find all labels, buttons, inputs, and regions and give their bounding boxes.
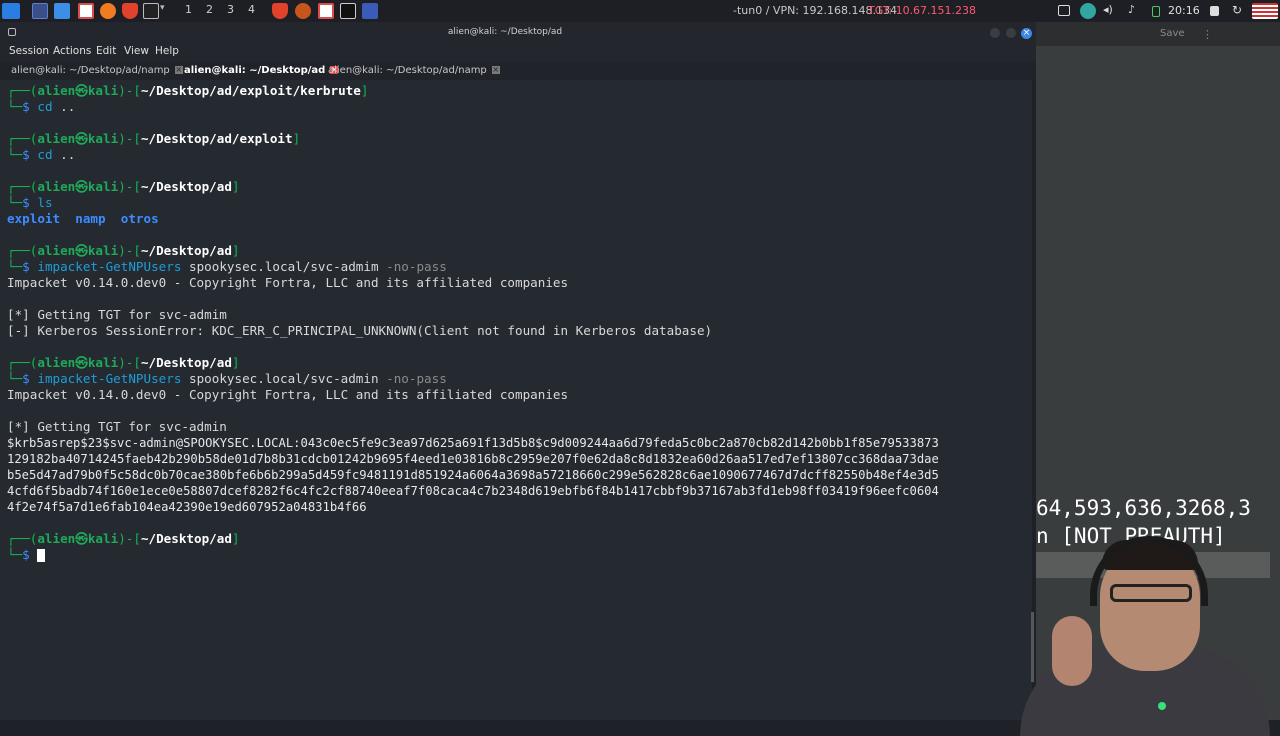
menu-edit[interactable]: Edit bbox=[96, 45, 116, 57]
tab-label: alien@kali: ~/Desktop/ad bbox=[184, 65, 326, 76]
workspace-4[interactable]: 4 bbox=[248, 3, 255, 16]
us-flag-icon[interactable] bbox=[1252, 3, 1278, 19]
firefox-icon[interactable] bbox=[100, 3, 116, 19]
hash-line: 129182ba40714245faeb42b290b58de01d7b8b31… bbox=[7, 452, 939, 466]
webcam-overlay bbox=[990, 526, 1280, 736]
lock-icon[interactable] bbox=[1210, 6, 1219, 16]
menu-actions[interactable]: Actions bbox=[53, 45, 91, 57]
workspace-switcher-icon[interactable] bbox=[32, 3, 48, 19]
tab-close-icon[interactable]: × bbox=[491, 66, 500, 74]
brave-icon[interactable] bbox=[122, 3, 138, 19]
window-title: alien@kali: ~/Desktop/ad bbox=[447, 27, 563, 37]
bell-icon[interactable]: ♪ bbox=[1128, 3, 1144, 19]
tab-namp-2[interactable]: alien@kali: ~/Desktop/ad/namp × bbox=[328, 62, 500, 80]
text-editor-icon[interactable] bbox=[78, 3, 94, 19]
close-icon[interactable]: × bbox=[1021, 28, 1032, 39]
prompt-line: ┌──(alien㉿kali)-[~/Desktop/ad/exploit] bbox=[7, 131, 301, 146]
menu-help[interactable]: Help bbox=[155, 45, 179, 57]
hash-line: 4f2e74f5a7d1e6fab104ea42390e19ed607952a0… bbox=[7, 500, 367, 514]
more-options-icon[interactable]: ⋮ bbox=[1202, 28, 1218, 44]
volume-icon[interactable]: ◂) bbox=[1103, 3, 1119, 19]
brave-window-icon[interactable] bbox=[272, 3, 288, 19]
tab-namp-1[interactable]: alien@kali: ~/Desktop/ad/namp × bbox=[11, 62, 183, 80]
clock: 20:16 bbox=[1168, 4, 1200, 17]
window-icon[interactable] bbox=[362, 3, 378, 19]
file-manager-icon[interactable] bbox=[54, 3, 70, 19]
hand bbox=[1052, 616, 1092, 686]
chevron-down-icon[interactable]: ▾ bbox=[160, 3, 168, 19]
minimize-icon[interactable] bbox=[990, 28, 1000, 38]
menu-view[interactable]: View bbox=[124, 45, 149, 57]
prompt-line: ┌──(alien㉿kali)-[~/Desktop/ad] bbox=[7, 531, 240, 546]
tab-label: alien@kali: ~/Desktop/ad/namp bbox=[328, 65, 487, 76]
app-circle-icon[interactable] bbox=[1080, 3, 1096, 19]
menubar: Session Actions Edit View Help bbox=[0, 44, 1036, 62]
firefox-window-icon[interactable] bbox=[295, 3, 311, 19]
hash-line: 4cfd6f5badb74f160e1ece0e58807dcef8282f6c… bbox=[7, 484, 939, 498]
terminal-output[interactable]: ┌──(alien㉿kali)-[~/Desktop/ad/exploit/ke… bbox=[0, 80, 1032, 720]
output-line: Impacket v0.14.0.dev0 - Copyright Fortra… bbox=[7, 387, 569, 402]
command-line: └─$ impacket-GetNPUsers spookysec.local/… bbox=[7, 371, 447, 386]
terminal-window-icon[interactable] bbox=[340, 3, 356, 19]
command-line: └─$ ls bbox=[7, 195, 53, 210]
ls-output: exploit namp otros bbox=[7, 211, 159, 226]
command-line: └─$ impacket-GetNPUsers spookysec.local/… bbox=[7, 259, 447, 274]
workspace-1[interactable]: 1 bbox=[185, 3, 192, 16]
tab-bar: alien@kali: ~/Desktop/ad/namp × alien@kal… bbox=[0, 62, 1036, 80]
prompt-line: ┌──(alien㉿kali)-[~/Desktop/ad/exploit/ke… bbox=[7, 83, 369, 98]
command-line[interactable]: └─$ bbox=[7, 547, 46, 563]
editor-window-icon[interactable] bbox=[318, 3, 334, 19]
output-line: [*] Getting TGT for svc-admin bbox=[7, 419, 227, 434]
output-line: [*] Getting TGT for svc-admim bbox=[7, 307, 227, 322]
maximize-icon[interactable] bbox=[1006, 28, 1016, 38]
screen-icon[interactable] bbox=[1058, 5, 1070, 16]
background-text: 64,593,636,3268,3 bbox=[1036, 496, 1251, 520]
tab-close-icon[interactable]: × bbox=[174, 66, 183, 74]
tab-label: alien@kali: ~/Desktop/ad/namp bbox=[11, 65, 170, 76]
glasses-icon bbox=[1110, 584, 1192, 602]
tgt-status: TGT: 10.67.151.238 bbox=[868, 4, 977, 17]
prompt-line: ┌──(alien㉿kali)-[~/Desktop/ad] bbox=[7, 355, 240, 370]
prompt-line: ┌──(alien㉿kali)-[~/Desktop/ad] bbox=[7, 179, 240, 194]
terminal-icon[interactable] bbox=[143, 3, 159, 19]
battery-icon bbox=[1152, 6, 1160, 17]
window-titlebar: alien@kali: ~/Desktop/ad × bbox=[0, 22, 1036, 44]
hash-line: $krb5asrep$23$svc-admin@SPOOKYSEC.LOCAL:… bbox=[7, 436, 939, 450]
background-toolbar: Save ⋮ bbox=[1036, 22, 1280, 46]
taskbar: ▾ 1 2 3 4 -tun0 / VPN: 192.168.148.134 T… bbox=[0, 0, 1280, 22]
microphone-light bbox=[1158, 702, 1166, 710]
error-line: [-] Kerberos SessionError: KDC_ERR_C_PRI… bbox=[7, 323, 713, 338]
refresh-icon[interactable]: ↻ bbox=[1232, 3, 1248, 19]
command-line: └─$ cd .. bbox=[7, 99, 76, 114]
menu-session[interactable]: Session bbox=[9, 45, 49, 57]
text-cursor bbox=[37, 549, 46, 562]
command-line: └─$ cd .. bbox=[7, 147, 76, 162]
hash-line: b5e5d47ad79b0f5c58dc0b70cae380bfe6b6b299… bbox=[7, 468, 939, 482]
output-line: Impacket v0.14.0.dev0 - Copyright Fortra… bbox=[7, 275, 569, 290]
prompt-line: ┌──(alien㉿kali)-[~/Desktop/ad] bbox=[7, 243, 240, 258]
tab-ad[interactable]: alien@kali: ~/Desktop/ad × bbox=[184, 62, 339, 80]
workspace-3[interactable]: 3 bbox=[227, 3, 234, 16]
workspace-2[interactable]: 2 bbox=[206, 3, 213, 16]
save-button[interactable]: Save bbox=[1160, 28, 1185, 39]
kali-menu-icon[interactable] bbox=[2, 3, 20, 19]
